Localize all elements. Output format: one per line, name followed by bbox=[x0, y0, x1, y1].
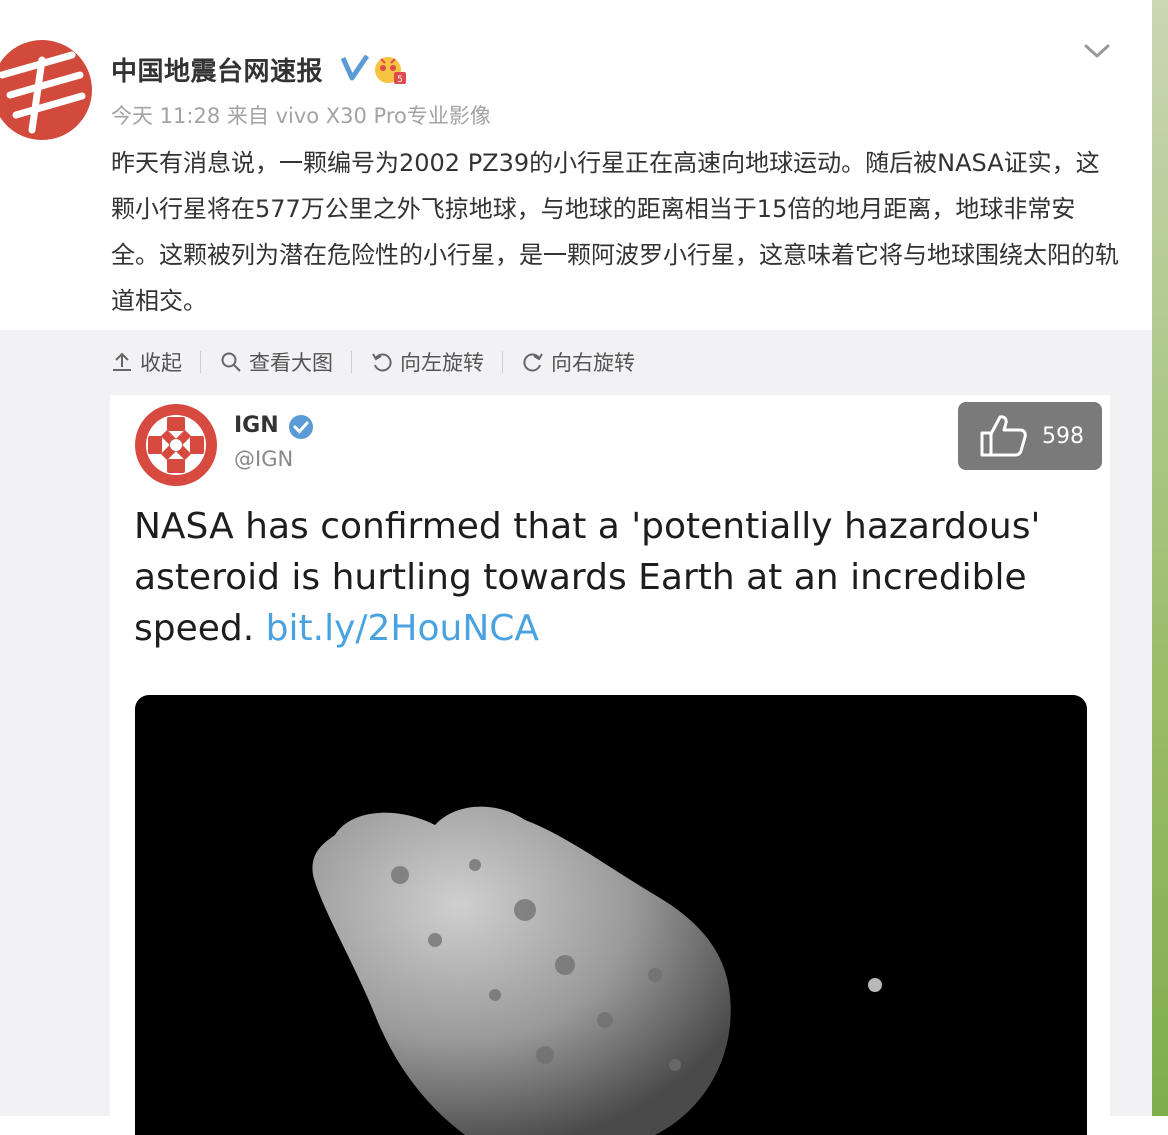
post-meta: 今天 11:28 来自 vivo X30 Pro专业影像 bbox=[111, 100, 491, 130]
post-time[interactable]: 今天 11:28 bbox=[111, 104, 220, 128]
ign-logo bbox=[135, 404, 217, 486]
rotate-right-icon bbox=[523, 353, 543, 372]
rotate-right-label: 向右旋转 bbox=[551, 351, 635, 375]
tweet-text: NASA has confirmed that a 'potentially h… bbox=[134, 501, 1094, 654]
embedded-tweet-image[interactable]: IGN @IGN NASA has confirmed that a 'pote… bbox=[110, 395, 1110, 1135]
author-avatar[interactable] bbox=[0, 40, 92, 140]
tweet-account-name: IGN bbox=[234, 413, 279, 438]
like-count: 598 bbox=[1042, 423, 1084, 449]
magnifier-icon bbox=[221, 352, 241, 372]
background-edge bbox=[1152, 0, 1168, 1116]
weibo-post: 中国地震台网速报 5 今天 11:28 来自 vivo X30 Pro专业影像 … bbox=[0, 0, 1152, 330]
view-large-label: 查看大图 bbox=[249, 351, 333, 375]
image-toolbar: 收起 查看大图 向左旋转 向右旋转 bbox=[110, 345, 635, 379]
post-body: 昨天有消息说，一颗编号为2002 PZ39的小行星正在高速向地球运动。随后被NA… bbox=[111, 149, 1119, 315]
like-button[interactable]: 598 bbox=[958, 402, 1102, 470]
collapse-button[interactable]: 收起 bbox=[110, 347, 182, 377]
asteroid-illustration bbox=[312, 806, 882, 1135]
collapse-label: 收起 bbox=[140, 351, 182, 375]
view-large-button[interactable]: 查看大图 bbox=[219, 347, 333, 377]
rotate-left-label: 向左旋转 bbox=[400, 351, 484, 375]
rotate-right-button[interactable]: 向右旋转 bbox=[521, 347, 635, 377]
thumbs-up-icon bbox=[980, 415, 1027, 457]
member-badge-icon[interactable]: 5 bbox=[372, 52, 408, 86]
verified-check-icon bbox=[289, 415, 313, 439]
author-name[interactable]: 中国地震台网速报 bbox=[111, 51, 323, 88]
divider bbox=[200, 351, 201, 373]
verified-v-icon bbox=[340, 54, 370, 81]
svg-text:5: 5 bbox=[397, 75, 403, 85]
tweet-handle: @IGN bbox=[234, 447, 294, 471]
collapse-icon bbox=[113, 352, 131, 371]
asteroid-photo bbox=[135, 695, 1087, 1135]
rotate-left-icon bbox=[372, 353, 392, 372]
chevron-down-icon[interactable] bbox=[1083, 38, 1111, 64]
tweet-link: bit.ly/2HouNCA bbox=[265, 608, 540, 649]
rotate-left-button[interactable]: 向左旋转 bbox=[370, 347, 484, 377]
post-source: 来自 vivo X30 Pro专业影像 bbox=[226, 104, 491, 128]
divider bbox=[502, 351, 503, 373]
divider bbox=[351, 351, 352, 373]
